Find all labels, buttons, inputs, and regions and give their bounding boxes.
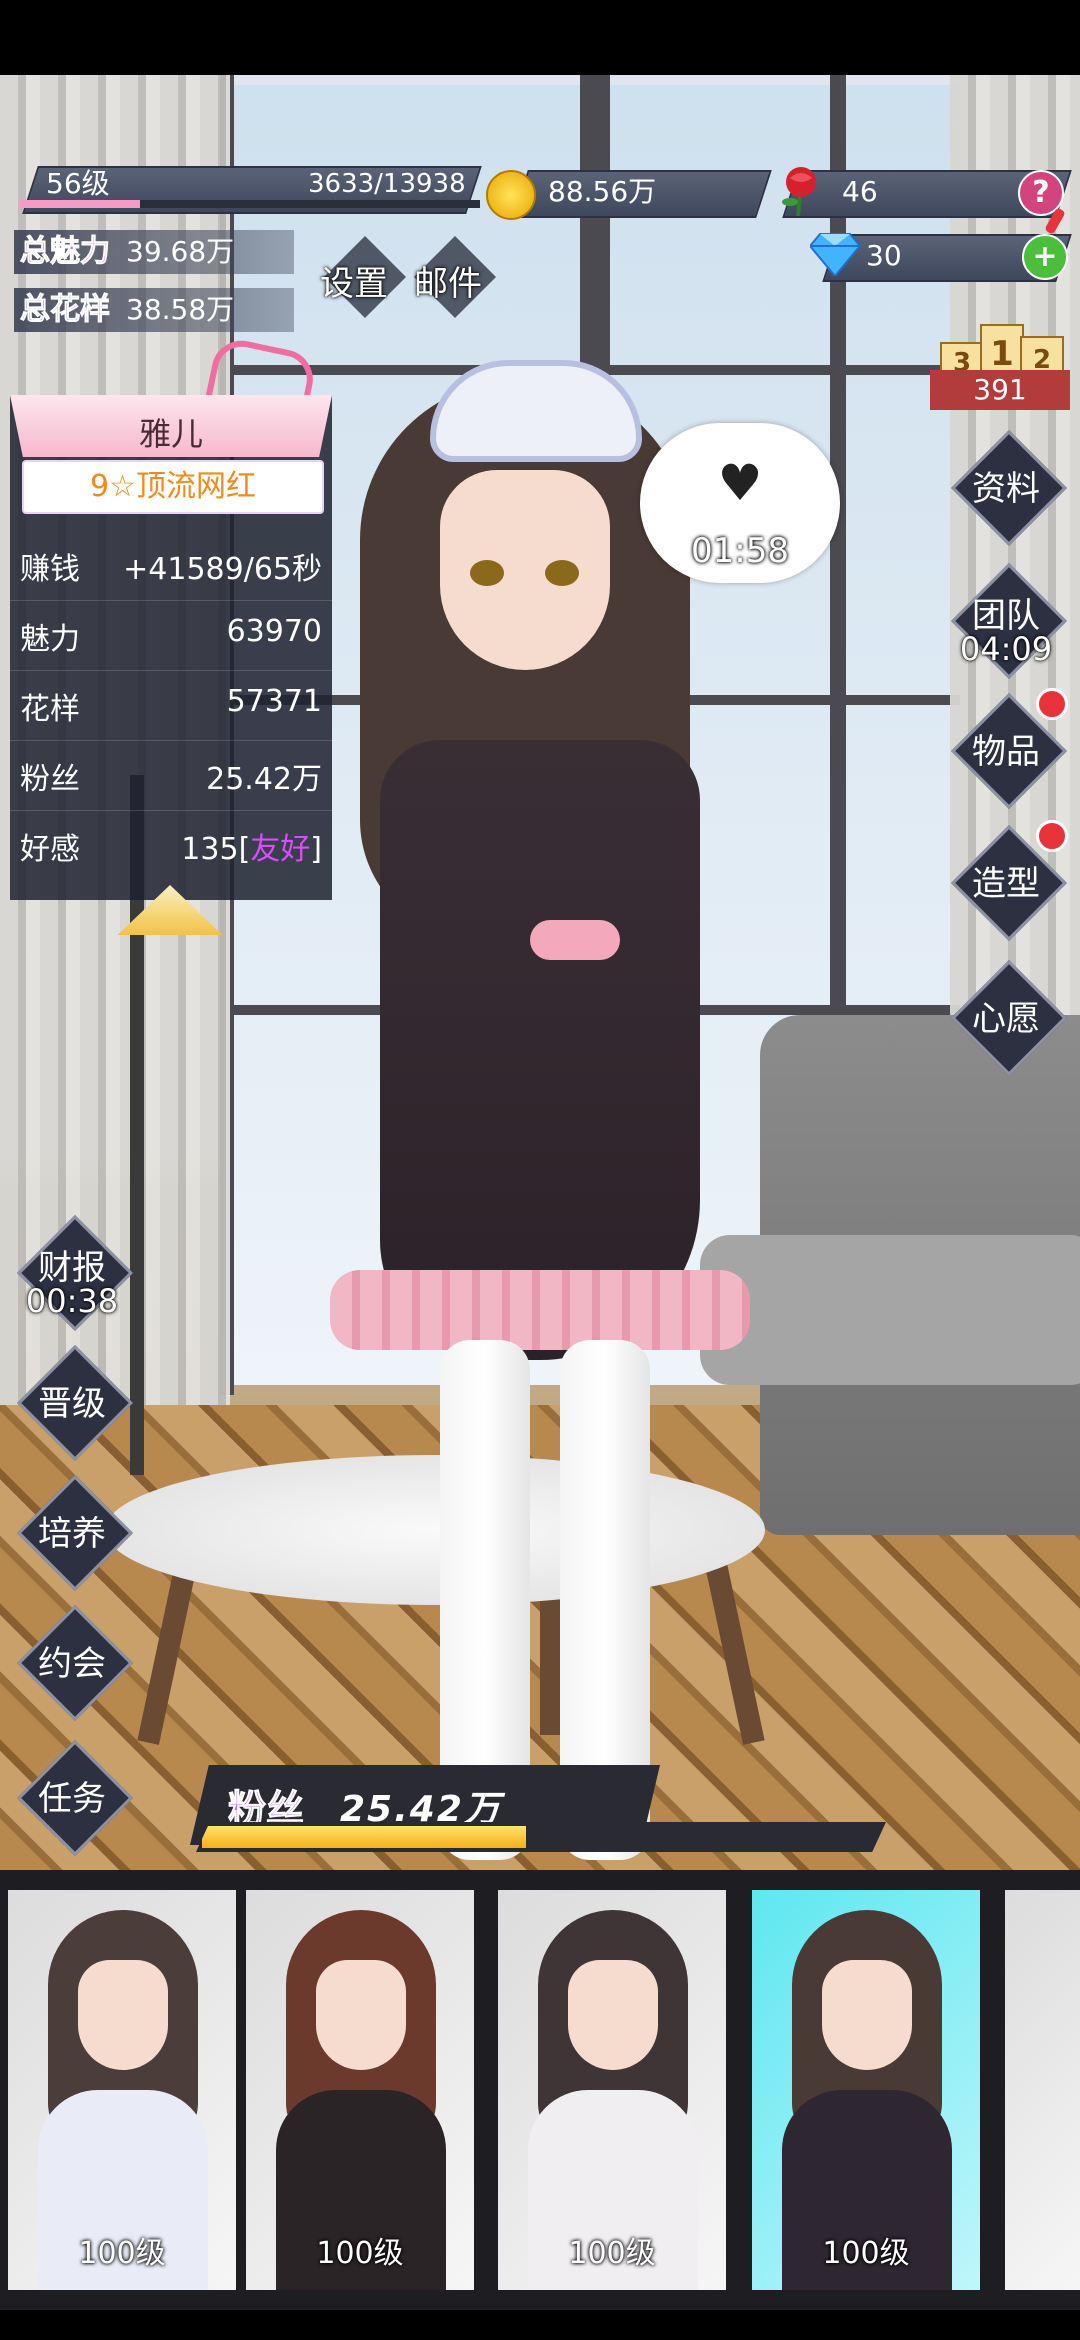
total-style-label: 总花样 — [20, 292, 111, 328]
roster-card-partial[interactable] — [1005, 1890, 1080, 2290]
exp-progress-fill — [20, 200, 140, 208]
total-charm: 总魅力 39.68万 — [14, 230, 294, 274]
tasks-button[interactable]: 任务 — [12, 1735, 133, 1856]
upgrade-label: 晋级 — [38, 1384, 106, 1424]
roses-value: 46 — [842, 175, 878, 208]
coins-value: 88.56万 — [548, 175, 657, 208]
bubble-timer: 01:58 — [691, 531, 789, 571]
notification-dot — [1036, 820, 1068, 852]
stat-label: 赚钱 — [20, 552, 80, 587]
rank-value: 391 — [930, 370, 1070, 410]
gems-value: 30 — [866, 239, 902, 272]
items-button[interactable]: 物品 — [946, 688, 1068, 809]
interaction-bubble[interactable]: ♥ 01:58 — [640, 423, 840, 583]
character-title: 9☆顶流网红 — [22, 460, 324, 514]
favor-value: 135[友好] — [181, 832, 322, 867]
diamond-icon — [810, 233, 860, 276]
character-name: 雅儿 — [138, 415, 203, 453]
add-gems-icon[interactable]: + — [1022, 234, 1068, 280]
mail-button[interactable]: 邮件 — [414, 256, 482, 305]
roster-level: 100级 — [316, 2236, 404, 2271]
rose-icon — [782, 167, 816, 216]
wish-label: 心愿 — [972, 999, 1040, 1039]
stat-value: +41589/65秒 — [123, 552, 322, 587]
favor-tag: 友好 — [250, 832, 311, 867]
stat-label: 好感 — [20, 832, 80, 867]
roster-card[interactable]: 100级 — [498, 1890, 726, 2290]
stat-label: 花样 — [20, 692, 80, 727]
wish-button[interactable]: 心愿 — [946, 955, 1067, 1076]
date-label: 约会 — [38, 1644, 106, 1684]
stat-label: 粉丝 — [20, 762, 80, 797]
character-roster[interactable]: 100级 100级 100级 100级 — [0, 1870, 1080, 2310]
stat-value: 25.42万 — [206, 762, 322, 797]
team-button[interactable]: 团队 04:09 — [946, 558, 1067, 679]
roster-card[interactable]: 100级 — [246, 1890, 474, 2290]
settings-button[interactable]: 设置 — [320, 256, 388, 305]
total-charm-label: 总魅力 — [20, 234, 111, 270]
upgrade-button[interactable]: 晋级 — [12, 1340, 133, 1461]
roster-level: 100级 — [568, 2236, 656, 2271]
finance-timer: 00:38 — [25, 1282, 119, 1320]
items-label: 物品 — [972, 732, 1040, 772]
styling-button[interactable]: 造型 — [946, 820, 1068, 941]
stat-value: 57371 — [226, 684, 322, 719]
roster-level: 100级 — [822, 2236, 910, 2271]
roster-card[interactable]: 100级 — [8, 1890, 236, 2290]
ranking-badge[interactable]: 3 1 2 391 — [930, 290, 1070, 410]
team-timer: 04:09 — [959, 630, 1053, 668]
roster-card-selected[interactable]: 100级 — [752, 1890, 980, 2290]
exp-progress-track — [20, 200, 480, 208]
stat-value: 63970 — [226, 614, 322, 649]
total-charm-value: 39.68万 — [126, 235, 235, 268]
stat-label: 魅力 — [20, 622, 80, 657]
stat-row-charm: 魅力 63970 — [10, 600, 332, 671]
roster-level: 100级 — [78, 2236, 166, 2271]
date-button[interactable]: 约会 — [12, 1600, 133, 1721]
profile-button[interactable]: 资料 — [946, 425, 1067, 546]
styling-label: 造型 — [972, 864, 1040, 904]
stat-row-style: 花样 57371 — [10, 670, 332, 741]
character-info-card: 雅儿 9☆顶流网红 赚钱 +41589/65秒 魅力 63970 花样 5737… — [10, 335, 332, 900]
finance-report-button[interactable]: 财报 00:38 — [12, 1210, 133, 1331]
total-style: 总花样 38.58万 — [14, 288, 294, 332]
stat-row-earnings: 赚钱 +41589/65秒 — [10, 530, 332, 601]
train-button[interactable]: 培养 — [12, 1470, 133, 1591]
stat-row-favor: 好感 135[友好] — [10, 810, 332, 880]
coin-icon — [486, 170, 536, 220]
tasks-label: 任务 — [38, 1779, 106, 1819]
profile-label: 资料 — [972, 469, 1040, 509]
fans-progress-fill — [202, 1826, 527, 1848]
notification-dot — [1036, 688, 1068, 720]
maid-headdress — [430, 360, 642, 462]
total-style-value: 38.58万 — [126, 293, 235, 326]
stat-row-fans: 粉丝 25.42万 — [10, 740, 332, 811]
finger-heart-icon: ♥ — [717, 454, 763, 512]
fans-progress-track — [196, 1822, 886, 1852]
train-label: 培养 — [38, 1514, 106, 1554]
